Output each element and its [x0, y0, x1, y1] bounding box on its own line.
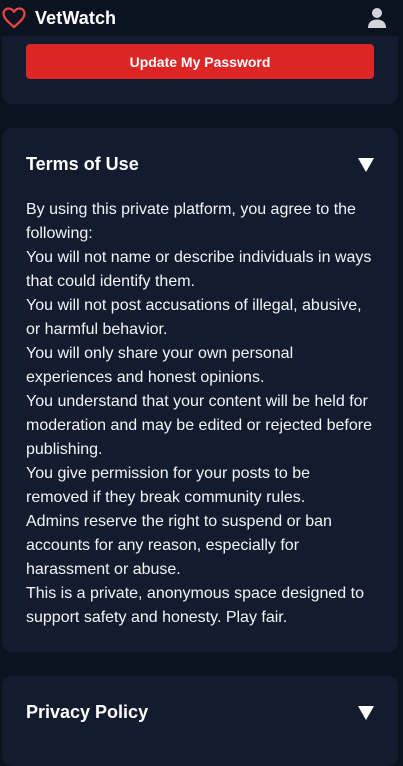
- terms-line: Admins reserve the right to suspend or b…: [26, 513, 332, 578]
- terms-line: This is a private, anonymous space desig…: [26, 585, 364, 626]
- terms-line: You will only share your own personal ex…: [26, 345, 294, 386]
- caret-down-icon[interactable]: [358, 705, 374, 720]
- terms-body: By using this private platform, you agre…: [26, 198, 376, 630]
- brand[interactable]: VetWatch: [2, 7, 116, 29]
- terms-line: You understand that your content will be…: [26, 393, 372, 458]
- app-name: VetWatch: [35, 7, 117, 28]
- top-bar: VetWatch: [0, 0, 403, 36]
- terms-header[interactable]: Terms of Use: [26, 154, 374, 175]
- terms-line: You will not name or describe individual…: [26, 249, 372, 290]
- terms-line: You give permission for your posts to be…: [26, 465, 311, 506]
- terms-line: You will not post accusations of illegal…: [26, 297, 362, 338]
- caret-down-icon[interactable]: [358, 157, 374, 172]
- update-password-button[interactable]: Update My Password: [26, 44, 374, 79]
- privacy-header[interactable]: Privacy Policy: [26, 702, 374, 723]
- privacy-title: Privacy Policy: [26, 702, 149, 722]
- terms-title: Terms of Use: [26, 154, 139, 174]
- user-icon[interactable]: [367, 7, 387, 29]
- heart-icon: [2, 7, 26, 29]
- terms-line: By using this private platform, you agre…: [26, 201, 356, 242]
- terms-card: Terms of Use By using this private platf…: [2, 128, 398, 652]
- privacy-card: Privacy Policy: [2, 676, 398, 766]
